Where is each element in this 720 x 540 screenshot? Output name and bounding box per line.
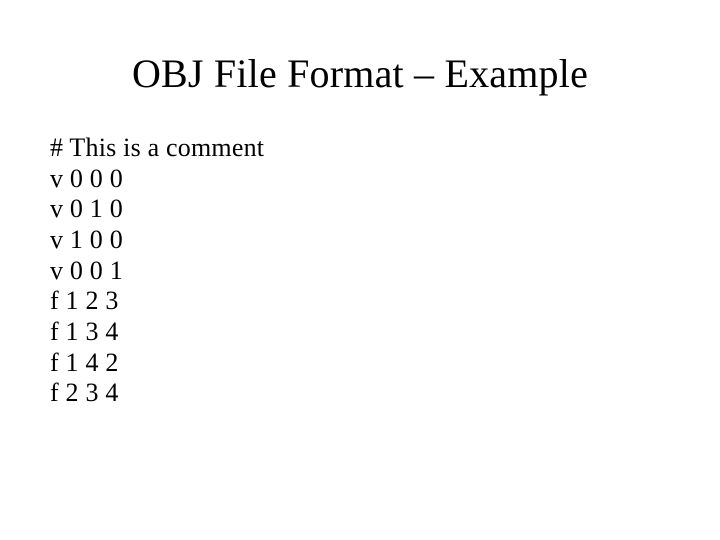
code-line: f 1 4 2	[50, 348, 670, 379]
code-line: f 2 3 4	[50, 378, 670, 409]
code-line: v 1 0 0	[50, 225, 670, 256]
code-line: f 1 2 3	[50, 286, 670, 317]
slide: OBJ File Format – Example # This is a co…	[0, 0, 720, 540]
code-line: v 0 1 0	[50, 194, 670, 225]
obj-file-content: # This is a comment v 0 0 0 v 0 1 0 v 1 …	[50, 133, 670, 409]
slide-title: OBJ File Format – Example	[50, 50, 670, 97]
code-line: # This is a comment	[50, 133, 670, 164]
code-line: v 0 0 0	[50, 164, 670, 195]
code-line: f 1 3 4	[50, 317, 670, 348]
code-line: v 0 0 1	[50, 256, 670, 287]
